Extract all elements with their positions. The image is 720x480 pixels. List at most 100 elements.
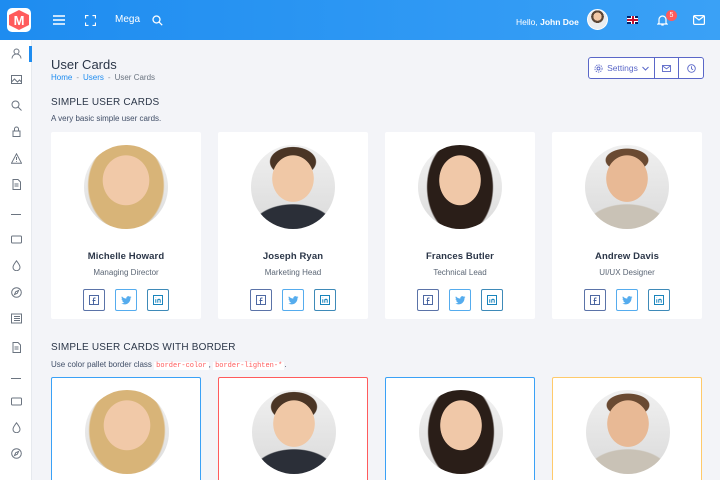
clock-icon [686,63,696,73]
top-navbar: M Mega Hello, John Doe 5 [0,0,720,40]
social-links [385,289,535,311]
breadcrumb-current: User Cards [114,73,156,82]
page-title: User Cards [51,57,117,72]
user-photo [586,390,670,474]
lock-icon[interactable] [8,123,24,139]
user-role: Managing Director [93,268,159,277]
user-icon[interactable] [8,45,24,61]
sidebar-divider [11,214,21,215]
hello-label: Hello, [516,17,538,27]
bordered-user-card [385,377,535,480]
settings-label: Settings [607,63,638,73]
linkedin-icon [487,295,497,305]
social-links [51,289,201,311]
drop-icon[interactable] [8,419,24,435]
user-role: Marketing Head [264,268,322,277]
user-role: Technical Lead [433,268,487,277]
bordered-user-card [51,377,201,480]
facebook-button[interactable] [584,289,606,311]
breadcrumb-users[interactable]: Users [83,73,104,82]
search-icon[interactable] [149,12,165,28]
twitter-button[interactable] [616,289,638,311]
facebook-button[interactable] [83,289,105,311]
facebook-icon [89,295,99,305]
uk-flag-icon[interactable] [627,16,638,24]
breadcrumb-home[interactable]: Home [51,73,72,82]
user-card: Michelle Howard Managing Director [51,132,201,319]
user-photo [251,145,335,229]
user-greeting[interactable]: Hello, John Doe [516,17,579,27]
compass-icon[interactable] [8,445,24,461]
compass-icon[interactable] [8,284,24,300]
list-icon[interactable] [8,310,24,326]
linkedin-button[interactable] [648,289,670,311]
app-logo[interactable]: M [7,8,31,32]
breadcrumb: Home - Users - User Cards [51,73,156,82]
document-icon[interactable] [8,176,24,192]
image-icon[interactable] [8,71,24,87]
twitter-icon [287,295,299,305]
drop-icon[interactable] [8,257,24,273]
chevron-down-icon [642,66,649,71]
section-subtitle: A very basic simple user cards. [51,114,162,123]
settings-dropdown-button[interactable]: Settings [589,58,655,78]
warning-icon[interactable] [8,150,24,166]
twitter-button[interactable] [449,289,471,311]
fullscreen-icon[interactable] [82,12,98,28]
card-icon[interactable] [8,393,24,409]
linkedin-icon [153,295,163,305]
twitter-button[interactable] [115,289,137,311]
twitter-icon [454,295,466,305]
user-photo [418,145,502,229]
document-icon[interactable] [8,339,24,355]
mega-menu-link[interactable]: Mega [115,14,140,25]
facebook-icon [590,295,600,305]
facebook-icon [423,295,433,305]
facebook-button[interactable] [417,289,439,311]
user-photo [85,390,169,474]
user-photo [585,145,669,229]
social-links [552,289,702,311]
mail-icon[interactable] [691,12,707,28]
search-icon[interactable] [8,97,24,113]
mail-button[interactable] [655,58,679,78]
comma-text: , [208,360,211,369]
clock-button[interactable] [679,58,703,78]
header-actions: Settings [588,57,704,79]
user-card: Frances Butler Technical Lead [385,132,535,319]
code-border-lighten: border-lighten-* [213,362,285,370]
section-subtitle: Use color pallet border class border-col… [51,360,287,370]
subtitle-text: Use color pallet border class [51,360,152,369]
user-name: Michelle Howard [87,251,165,262]
linkedin-icon [320,295,330,305]
user-name: Joseph Ryan [262,251,324,262]
user-name: John Doe [540,17,579,27]
user-name: Frances Butler [426,251,494,262]
sidebar-active-indicator [29,46,32,62]
social-links [218,289,368,311]
twitter-icon [621,295,633,305]
user-card: Andrew Davis UI/UX Designer [552,132,702,319]
user-name: Andrew Davis [594,251,660,262]
gear-icon [594,63,603,73]
twitter-button[interactable] [282,289,304,311]
twitter-icon [120,295,132,305]
facebook-icon [256,295,266,305]
linkedin-icon [654,295,664,305]
bordered-user-card [552,377,702,480]
linkedin-button[interactable] [314,289,336,311]
logo-letter: M [9,10,29,30]
user-avatar[interactable] [587,9,608,30]
menu-toggle-icon[interactable] [51,12,67,28]
facebook-button[interactable] [250,289,272,311]
linkedin-button[interactable] [147,289,169,311]
user-card: Joseph Ryan Marketing Head [218,132,368,319]
linkedin-button[interactable] [481,289,503,311]
user-photo [84,145,168,229]
notification-badge: 5 [666,10,677,21]
card-icon[interactable] [8,231,24,247]
period-text: . [284,360,287,369]
user-photo [252,390,336,474]
section-title: SIMPLE USER CARDS [51,97,160,108]
section-title: SIMPLE USER CARDS WITH BORDER [51,342,236,353]
